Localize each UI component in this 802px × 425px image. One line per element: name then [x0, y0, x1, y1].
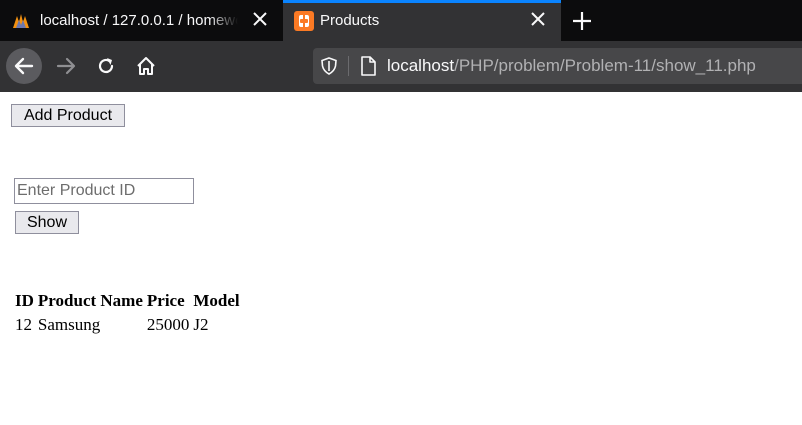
table-header-row: ID Product Name Price Model [14, 290, 241, 312]
arrow-left-icon [14, 57, 34, 75]
cell-model: J2 [193, 315, 209, 334]
tab-phpmyadmin[interactable]: localhost / 127.0.0.1 / homework [0, 0, 283, 41]
reload-icon [98, 58, 114, 74]
column-header-price: Price [146, 291, 185, 310]
cell-price: 25000 [146, 315, 190, 334]
cell-product-name: Samsung [37, 315, 101, 334]
tab-strip: localhost / 127.0.0.1 / homework Product… [0, 0, 802, 41]
product-id-input[interactable] [14, 178, 194, 204]
forward-button[interactable] [49, 49, 83, 83]
column-header-product-name: Product Name [37, 291, 143, 310]
page-icon[interactable] [359, 56, 377, 76]
back-button[interactable] [6, 48, 42, 84]
navigation-toolbar: localhost/PHP/problem/Problem-11/show_11… [0, 41, 802, 92]
url-path: /PHP/problem/Problem-11/show_11.php [454, 56, 756, 75]
arrow-right-icon [56, 57, 76, 75]
add-product-button[interactable]: Add Product [11, 104, 125, 127]
url-separator [348, 56, 349, 76]
phpmyadmin-icon [13, 14, 29, 28]
page-content: Add Product Show ID Product Name Price M… [0, 92, 802, 425]
home-button[interactable] [129, 49, 163, 83]
column-header-model: Model [193, 291, 240, 310]
url-host: localhost [387, 56, 455, 75]
shield-icon[interactable] [320, 57, 338, 75]
close-tab-icon[interactable] [529, 10, 547, 28]
url-bar[interactable]: localhost/PHP/problem/Problem-11/show_11… [313, 48, 802, 84]
xampp-icon [294, 11, 314, 31]
home-icon [137, 57, 155, 75]
browser-window: localhost / 127.0.0.1 / homework Product… [0, 0, 802, 425]
column-header-id: ID [15, 291, 34, 310]
tab-products[interactable]: Products [283, 0, 561, 41]
tab-title: localhost / 127.0.0.1 / homework [40, 12, 238, 29]
table-row: 12 Samsung 25000 J2 [14, 314, 241, 336]
new-tab-icon[interactable] [571, 10, 593, 32]
url-text[interactable]: localhost/PHP/problem/Problem-11/show_11… [387, 56, 756, 76]
cell-id: 12 [15, 315, 32, 334]
close-tab-icon[interactable] [251, 10, 269, 28]
tab-title: Products [320, 12, 380, 29]
show-button[interactable]: Show [15, 211, 79, 234]
reload-button[interactable] [89, 49, 123, 83]
products-table: ID Product Name Price Model 12 Samsung 2… [12, 288, 243, 338]
